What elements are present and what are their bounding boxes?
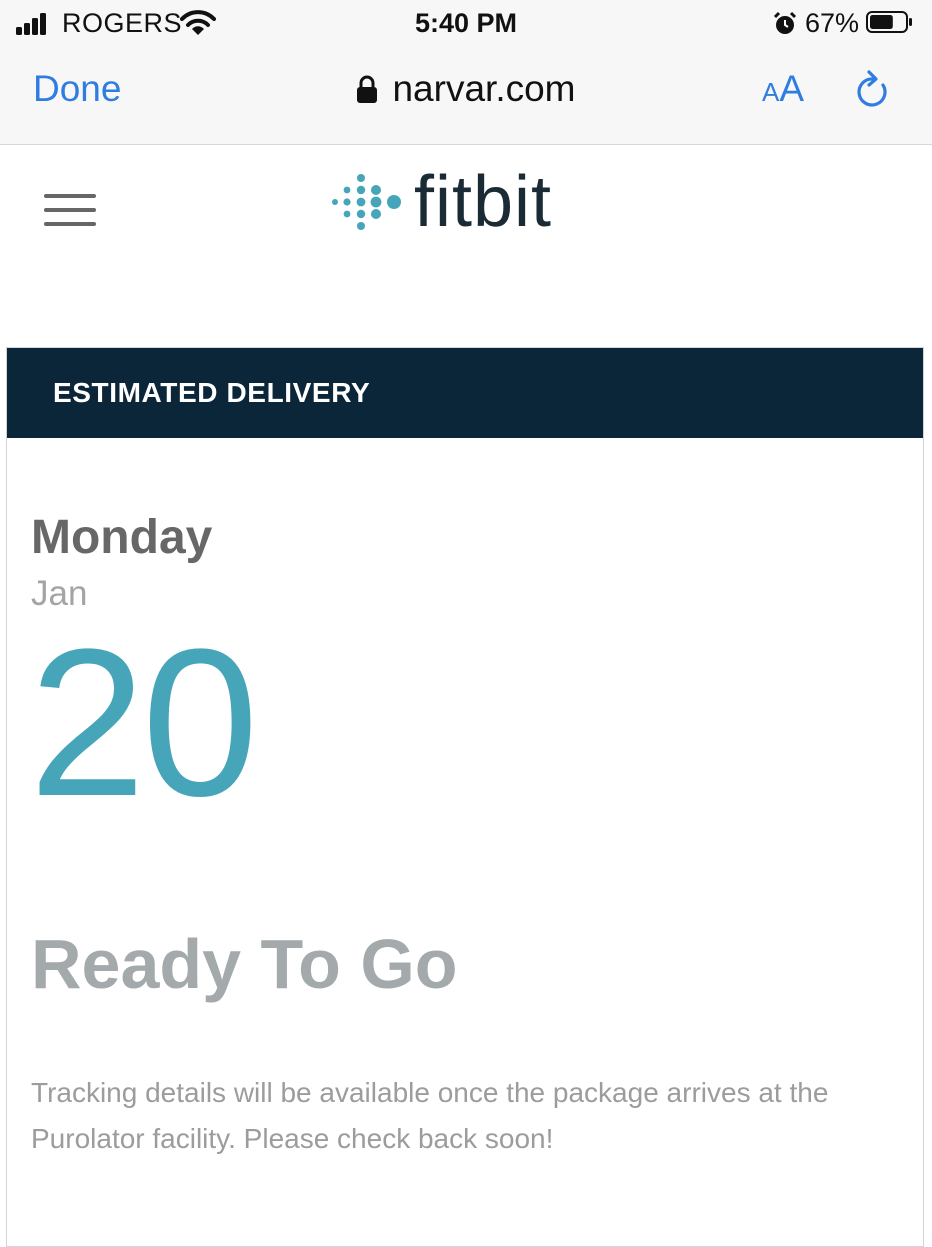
text-size-button[interactable]: AA [762,68,804,110]
hamburger-menu-icon[interactable] [44,194,96,226]
estimated-delivery-card: ESTIMATED DELIVERY Monday Jan 20 Ready T… [6,347,924,1247]
text-size-large-a: A [779,68,805,109]
status-bar: ROGERS 5:40 PM 67% [0,0,932,46]
logo-wordmark: fitbit [414,162,553,242]
delivery-day: 20 [29,605,259,840]
battery-icon [866,11,912,33]
lock-icon [357,75,378,103]
card-header: ESTIMATED DELIVERY [7,348,923,438]
shipment-status-description: Tracking details will be available once … [31,1077,829,1154]
delivery-weekday: Monday [31,511,213,564]
browser-nav-bar: Done narvar.com AA [0,46,932,145]
fitbit-logo[interactable]: fitbit [330,162,552,242]
url-text: narvar.com [392,68,576,109]
battery-percent: 67% [805,8,860,38]
shipment-status-title: Ready To Go [31,925,458,1003]
alarm-clock-icon [773,11,797,34]
fitbit-dots-icon [332,174,401,230]
text-size-small-a: A [762,77,780,107]
reload-icon[interactable] [853,68,893,112]
card-header-title: ESTIMATED DELIVERY [53,377,371,408]
